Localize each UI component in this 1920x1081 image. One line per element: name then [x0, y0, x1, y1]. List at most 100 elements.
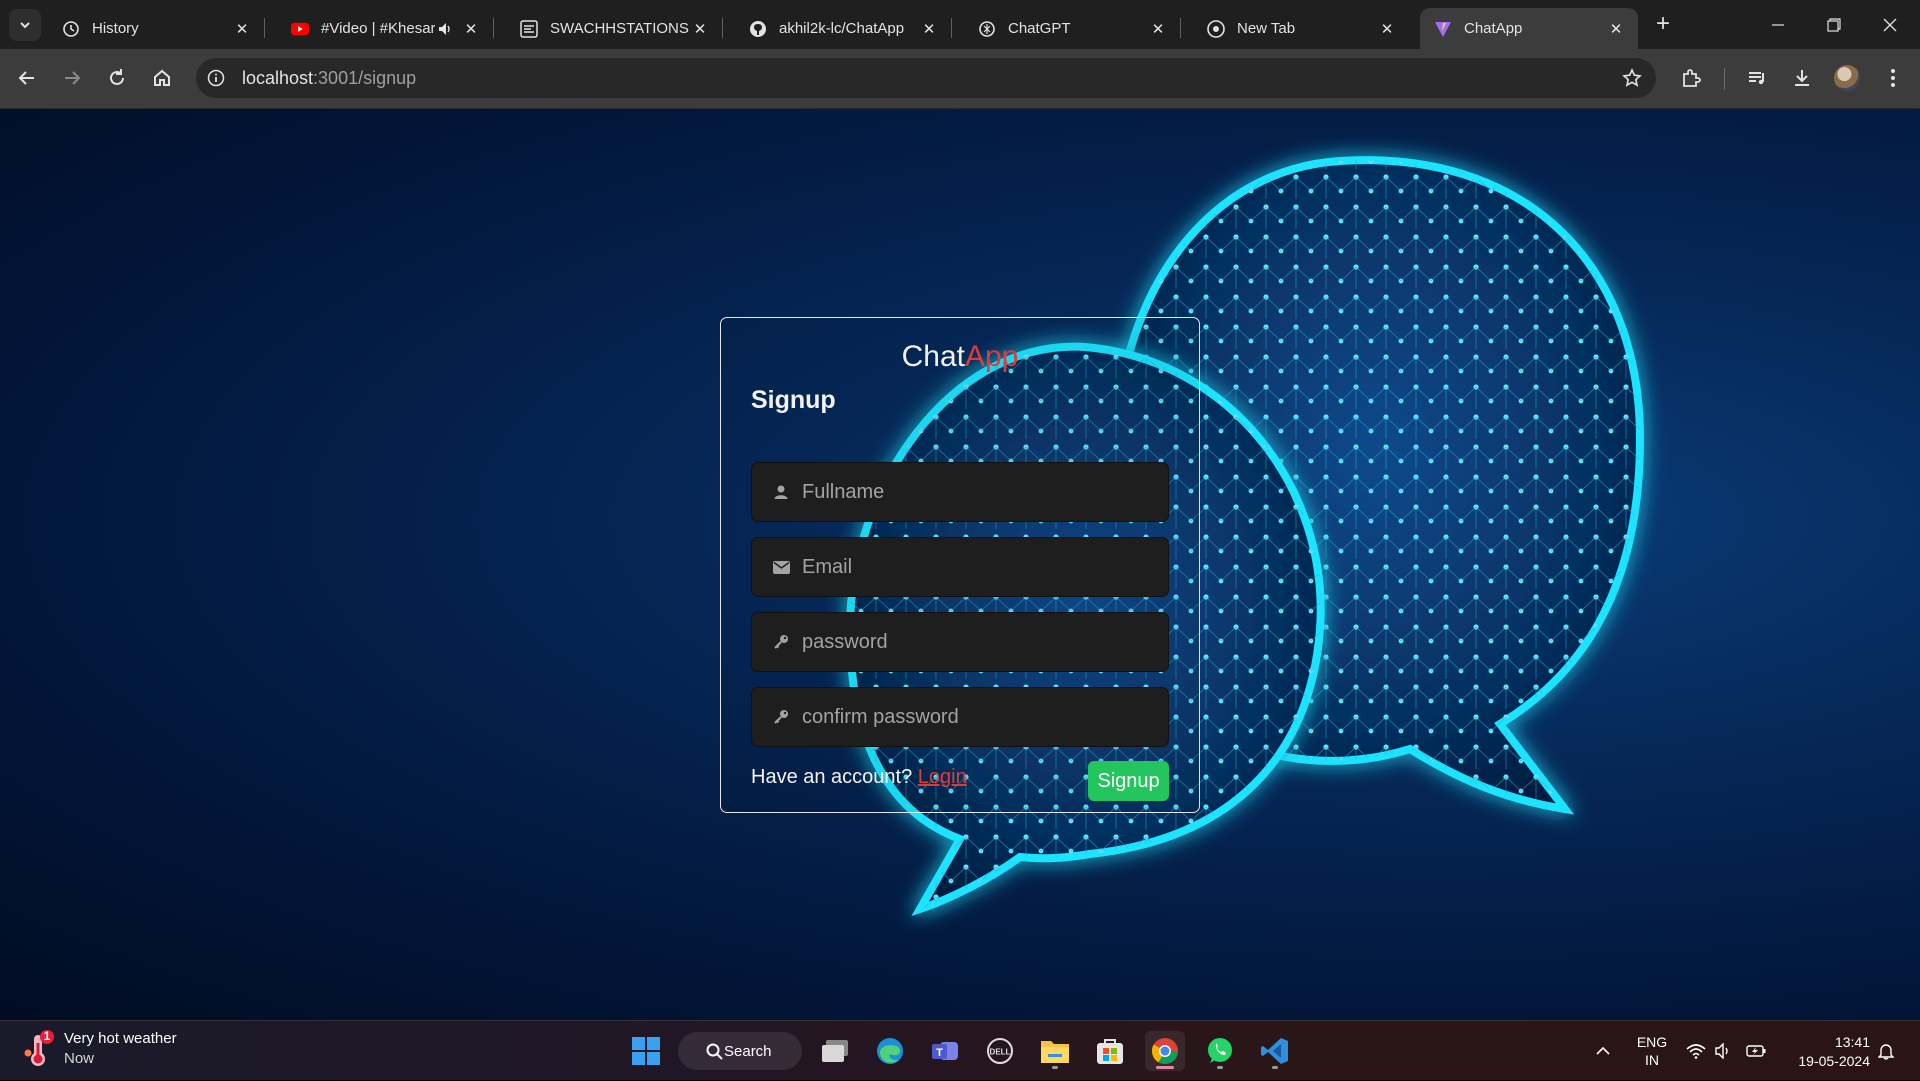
email-field[interactable]	[751, 537, 1169, 597]
taskbar-vscode[interactable]	[1255, 1031, 1295, 1071]
battery-icon[interactable]	[1744, 1021, 1768, 1081]
close-icon[interactable]: ✕	[690, 19, 710, 39]
tab-history[interactable]: History ✕	[48, 8, 265, 49]
info-icon[interactable]	[204, 66, 228, 90]
chevron-up-icon	[1596, 1046, 1610, 1055]
brand-main: Chat	[901, 340, 965, 373]
taskbar-chrome[interactable]	[1145, 1031, 1185, 1071]
taskbar-search[interactable]: Search	[678, 1032, 802, 1070]
start-button[interactable]	[626, 1031, 666, 1071]
tab-new-tab[interactable]: New Tab ✕	[1193, 8, 1409, 49]
minimize-icon	[1772, 23, 1784, 26]
url-text[interactable]: localhost:3001/signup	[242, 68, 416, 89]
close-icon[interactable]: ✕	[1606, 19, 1626, 39]
whatsapp-icon	[1208, 1038, 1232, 1063]
clock-time: 13:41	[1834, 1034, 1870, 1050]
toolbar-divider	[1724, 68, 1725, 90]
playlist-icon	[1749, 72, 1764, 85]
close-icon[interactable]: ✕	[919, 19, 939, 39]
taskbar-whatsapp[interactable]	[1200, 1031, 1240, 1071]
new-tab-button[interactable]: +	[1650, 10, 1676, 37]
minimize-button[interactable]	[1750, 0, 1806, 49]
envelope-icon	[772, 558, 790, 576]
tab-separator	[722, 18, 723, 38]
running-indicator	[1217, 1066, 1223, 1069]
task-view-icon	[822, 1040, 848, 1062]
task-view-button[interactable]	[815, 1031, 855, 1071]
confirm-password-field[interactable]	[751, 687, 1169, 747]
tab-strip: History ✕ #Video | #Khesari ✕ SWACHHSTAT…	[0, 0, 1920, 49]
home-button[interactable]	[147, 63, 177, 93]
forward-button[interactable]	[57, 63, 87, 93]
weather-badge: 1	[43, 1029, 51, 1043]
speaker-icon[interactable]	[435, 19, 455, 39]
profile-avatar[interactable]	[1834, 65, 1860, 91]
running-indicator	[1052, 1066, 1058, 1069]
user-icon	[772, 483, 790, 501]
back-button[interactable]	[12, 63, 42, 93]
tab-search-button[interactable]	[9, 9, 41, 41]
taskbar-dell[interactable]: DELL	[980, 1031, 1020, 1071]
downloads-button[interactable]	[1787, 63, 1817, 93]
password-input[interactable]	[802, 630, 1162, 654]
tray-overflow-button[interactable]	[1588, 1021, 1618, 1081]
search-label: Search	[724, 1042, 772, 1060]
tab-video[interactable]: #Video | #Khesari ✕	[277, 8, 494, 49]
bookmark-star-icon[interactable]	[1620, 66, 1644, 90]
password-field[interactable]	[751, 612, 1169, 672]
reload-button[interactable]	[102, 63, 132, 93]
weather-widget[interactable]: 1 Very hot weather Now	[22, 1029, 177, 1069]
tab-chatapp[interactable]: ChatApp ✕	[1420, 8, 1638, 49]
chrome-icon	[1207, 19, 1225, 38]
taskbar-store[interactable]	[1090, 1031, 1130, 1071]
wifi-icon[interactable]	[1684, 1021, 1708, 1081]
tab-chatgpt[interactable]: ChatGPT ✕	[964, 8, 1181, 49]
taskbar-edge[interactable]	[870, 1031, 910, 1071]
tab-swachhstations[interactable]: SWACHHSTATIONS ✕	[506, 8, 723, 49]
tab-title: History	[92, 20, 139, 37]
close-icon[interactable]: ✕	[232, 19, 252, 39]
teams-icon: T	[932, 1042, 958, 1060]
restore-button[interactable]	[1806, 0, 1862, 49]
menu-button[interactable]	[1878, 63, 1908, 93]
plus-icon: +	[1655, 10, 1670, 37]
confirm-password-input[interactable]	[802, 705, 1162, 729]
tab-title: SWACHHSTATIONS	[550, 20, 689, 37]
vite-icon	[1434, 20, 1452, 38]
tab-title: ChatApp	[1464, 20, 1523, 37]
lang-region: IN	[1645, 1052, 1659, 1068]
address-bar[interactable]: localhost:3001/signup	[196, 58, 1656, 98]
youtube-icon	[291, 20, 309, 38]
media-control-button[interactable]	[1742, 63, 1772, 93]
signup-card: ChatApp Signup Have an acco	[720, 317, 1200, 813]
language-indicator[interactable]: ENG IN	[1630, 1033, 1674, 1069]
lang-code: ENG	[1636, 1034, 1668, 1050]
tab-github[interactable]: akhil2k-lc/ChatApp ✕	[735, 8, 952, 49]
download-icon	[1795, 70, 1809, 86]
fullname-input[interactable]	[802, 480, 1162, 504]
tab-title: #Video | #Khesari	[321, 20, 435, 37]
volume-icon[interactable]	[1712, 1021, 1736, 1081]
reload-icon	[110, 69, 124, 85]
close-icon[interactable]: ✕	[1377, 19, 1397, 39]
tab-title: akhil2k-lc/ChatApp	[779, 20, 905, 37]
fullname-field[interactable]	[751, 462, 1169, 522]
taskbar-teams[interactable]: T	[925, 1031, 965, 1071]
chatgpt-icon	[978, 20, 996, 38]
system-clock[interactable]: 13:41 19-05-2024	[1780, 1033, 1870, 1071]
email-input[interactable]	[802, 555, 1162, 579]
extensions-button[interactable]	[1676, 63, 1706, 93]
close-icon[interactable]: ✕	[1148, 19, 1168, 39]
notification-bell-icon[interactable]	[1874, 1021, 1898, 1081]
url-host: localhost	[242, 68, 314, 88]
history-icon	[62, 20, 80, 38]
signup-button[interactable]: Signup	[1088, 761, 1169, 801]
close-icon[interactable]: ✕	[461, 19, 481, 39]
close-window-button[interactable]	[1862, 0, 1918, 49]
login-link[interactable]: Login	[918, 766, 967, 788]
restore-icon	[1827, 17, 1841, 32]
taskbar-file-explorer[interactable]	[1035, 1031, 1075, 1071]
clock-date: 19-05-2024	[1798, 1053, 1870, 1069]
have-account-text: Have an account? Login	[751, 766, 967, 789]
active-indicator	[1156, 1066, 1174, 1069]
